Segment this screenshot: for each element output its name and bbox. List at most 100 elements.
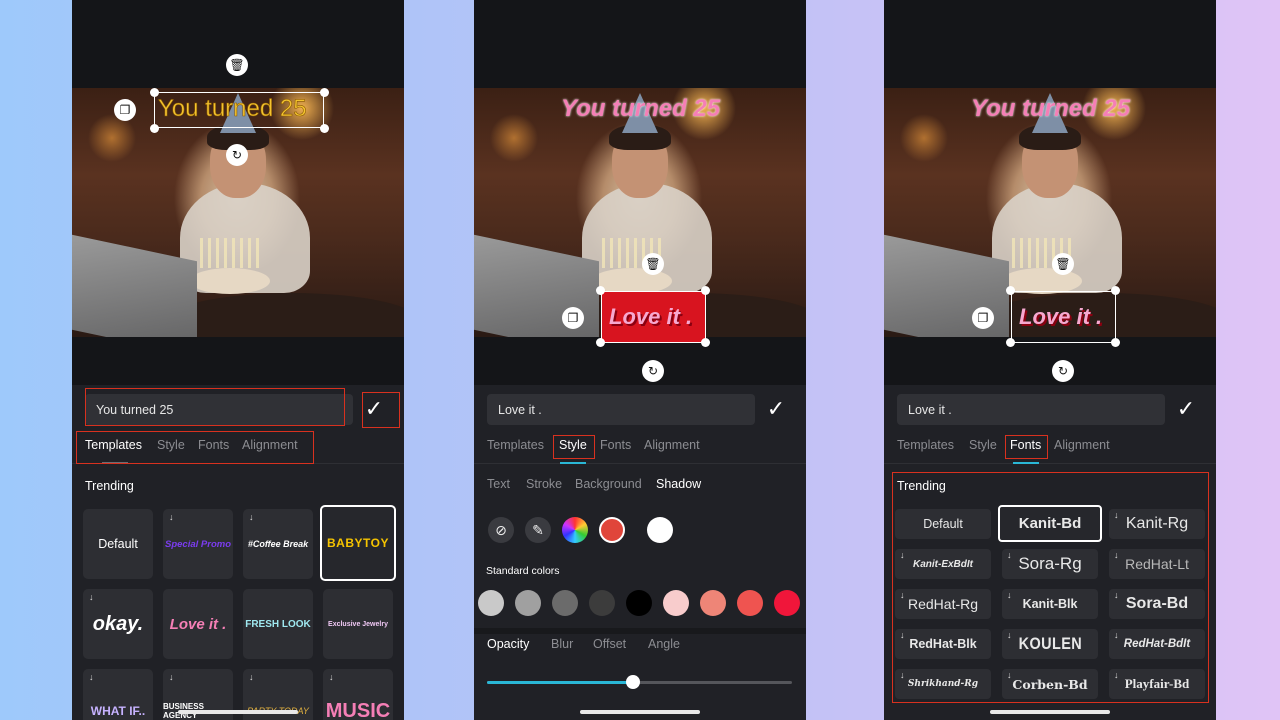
photo-laptop: [72, 234, 197, 337]
resize-handle[interactable]: [320, 124, 329, 133]
tab-templates[interactable]: Templates: [487, 438, 544, 452]
overlay-sticker[interactable]: Love it .: [609, 304, 692, 330]
template-label: FRESH LOOK: [245, 618, 311, 630]
overlay-text[interactable]: You turned 25: [158, 95, 307, 123]
resize-handle[interactable]: [1111, 338, 1120, 347]
copy-icon[interactable]: ❐: [114, 99, 136, 121]
checkmark-icon[interactable]: ✓: [1172, 395, 1200, 423]
tab-opacity[interactable]: Opacity: [487, 637, 529, 651]
download-arrow-icon: ↓: [169, 672, 174, 682]
template-babytoy[interactable]: BABYTOY: [320, 505, 396, 581]
color-swatch[interactable]: [663, 590, 689, 616]
opacity-slider-thumb[interactable]: [626, 675, 641, 689]
template-label: BABYTOY: [327, 536, 389, 550]
resize-handle[interactable]: [701, 286, 710, 295]
no-color-icon[interactable]: ⊘: [488, 517, 514, 543]
resize-handle[interactable]: [1111, 286, 1120, 295]
phone-screen-style: You turned 25 Love it . 🗑 ❐ ↻ Love it . …: [474, 0, 806, 720]
subtab-text[interactable]: Text: [487, 477, 510, 491]
template-music[interactable]: ↓ MUSIC: [323, 669, 393, 720]
tab-alignment[interactable]: Alignment: [644, 438, 700, 452]
checkmark-icon[interactable]: ✓: [762, 395, 790, 423]
photo-table: [162, 293, 404, 337]
home-indicator: [580, 710, 700, 714]
resize-handle[interactable]: [596, 338, 605, 347]
resize-handle[interactable]: [596, 286, 605, 295]
color-swatch[interactable]: [515, 590, 541, 616]
trash-icon[interactable]: 🗑: [642, 253, 664, 275]
template-love-it[interactable]: Love it .: [163, 589, 233, 659]
text-input[interactable]: Love it .: [487, 394, 755, 425]
template-label: MUSIC: [325, 699, 391, 720]
preview-bottom-bar: [72, 337, 404, 385]
edit-panel: Love it . ✓ Templates Style Fonts Alignm…: [474, 385, 806, 720]
template-label: #Coffee Break: [247, 539, 309, 549]
highlight-style-tab: [553, 435, 595, 459]
color-swatch[interactable]: [700, 590, 726, 616]
highlight-tabs: [76, 431, 314, 464]
download-arrow-icon: ↓: [329, 672, 334, 682]
rotate-icon[interactable]: ↻: [1052, 360, 1074, 382]
overlay-text[interactable]: You turned 25: [561, 95, 720, 123]
template-label: Exclusive Jewelry: [328, 620, 388, 628]
template-label: Special Promo: [165, 538, 231, 550]
trash-icon[interactable]: 🗑: [1052, 253, 1074, 275]
template-default[interactable]: Default: [83, 509, 153, 579]
section-title: Trending: [85, 479, 134, 493]
download-arrow-icon: ↓: [169, 512, 174, 522]
preview-bottom-bar: [474, 337, 806, 385]
rotate-icon[interactable]: ↻: [226, 144, 248, 166]
color-swatch[interactable]: [552, 590, 578, 616]
tab-offset[interactable]: Offset: [593, 637, 626, 651]
subtab-background[interactable]: Background: [575, 477, 642, 491]
color-swatch[interactable]: [626, 590, 652, 616]
template-what-if[interactable]: ↓ WHAT IF..: [83, 669, 153, 720]
rotate-icon[interactable]: ↻: [642, 360, 664, 382]
template-coffee-break[interactable]: ↓ #Coffee Break: [243, 509, 313, 579]
active-tab-indicator: [560, 462, 586, 464]
template-special-promo[interactable]: ↓ Special Promo: [163, 509, 233, 579]
overlay-text[interactable]: You turned 25: [971, 95, 1130, 123]
resize-handle[interactable]: [150, 124, 159, 133]
resize-handle[interactable]: [701, 338, 710, 347]
resize-handle[interactable]: [150, 88, 159, 97]
standard-colors-label: Standard colors: [486, 565, 560, 577]
tab-angle[interactable]: Angle: [648, 637, 680, 651]
resize-handle[interactable]: [1006, 286, 1015, 295]
tab-bar: Templates Style Fonts Alignment: [474, 437, 806, 464]
resize-handle[interactable]: [320, 88, 329, 97]
subtab-shadow[interactable]: Shadow: [656, 477, 701, 491]
white-color-swatch[interactable]: [647, 517, 673, 543]
home-indicator: [178, 710, 298, 714]
resize-handle[interactable]: [1006, 338, 1015, 347]
subtab-stroke[interactable]: Stroke: [526, 477, 562, 491]
color-swatch[interactable]: [774, 590, 800, 616]
tab-alignment[interactable]: Alignment: [1054, 438, 1110, 452]
template-okay[interactable]: ↓ okay.: [83, 589, 153, 659]
trash-icon[interactable]: 🗑: [226, 54, 248, 76]
copy-icon[interactable]: ❐: [562, 307, 584, 329]
tab-blur[interactable]: Blur: [551, 637, 573, 651]
tab-fonts[interactable]: Fonts: [600, 438, 631, 452]
highlight-font-list: [892, 472, 1209, 703]
color-wheel-icon[interactable]: [562, 517, 588, 543]
color-swatch[interactable]: [589, 590, 615, 616]
template-exclusive-jewelry[interactable]: Exclusive Jewelry: [323, 589, 393, 659]
highlight-input: [85, 388, 345, 426]
copy-icon[interactable]: ❐: [972, 307, 994, 329]
text-input[interactable]: Love it .: [897, 394, 1165, 425]
sliders-divider: [474, 628, 806, 634]
tab-templates[interactable]: Templates: [897, 438, 954, 452]
template-fresh-look[interactable]: FRESH LOOK: [243, 589, 313, 659]
template-label: WHAT IF..: [90, 704, 146, 718]
color-swatch[interactable]: [478, 590, 504, 616]
download-arrow-icon: ↓: [89, 672, 94, 682]
color-swatch[interactable]: [737, 590, 763, 616]
eyedropper-icon[interactable]: ✎: [525, 517, 551, 543]
overlay-sticker[interactable]: Love it .: [1019, 304, 1102, 330]
tab-style[interactable]: Style: [969, 438, 997, 452]
preview-bottom-bar: [884, 337, 1216, 385]
selected-color-swatch[interactable]: [599, 517, 625, 543]
top-bar: [474, 0, 806, 88]
download-arrow-icon: ↓: [249, 672, 254, 682]
